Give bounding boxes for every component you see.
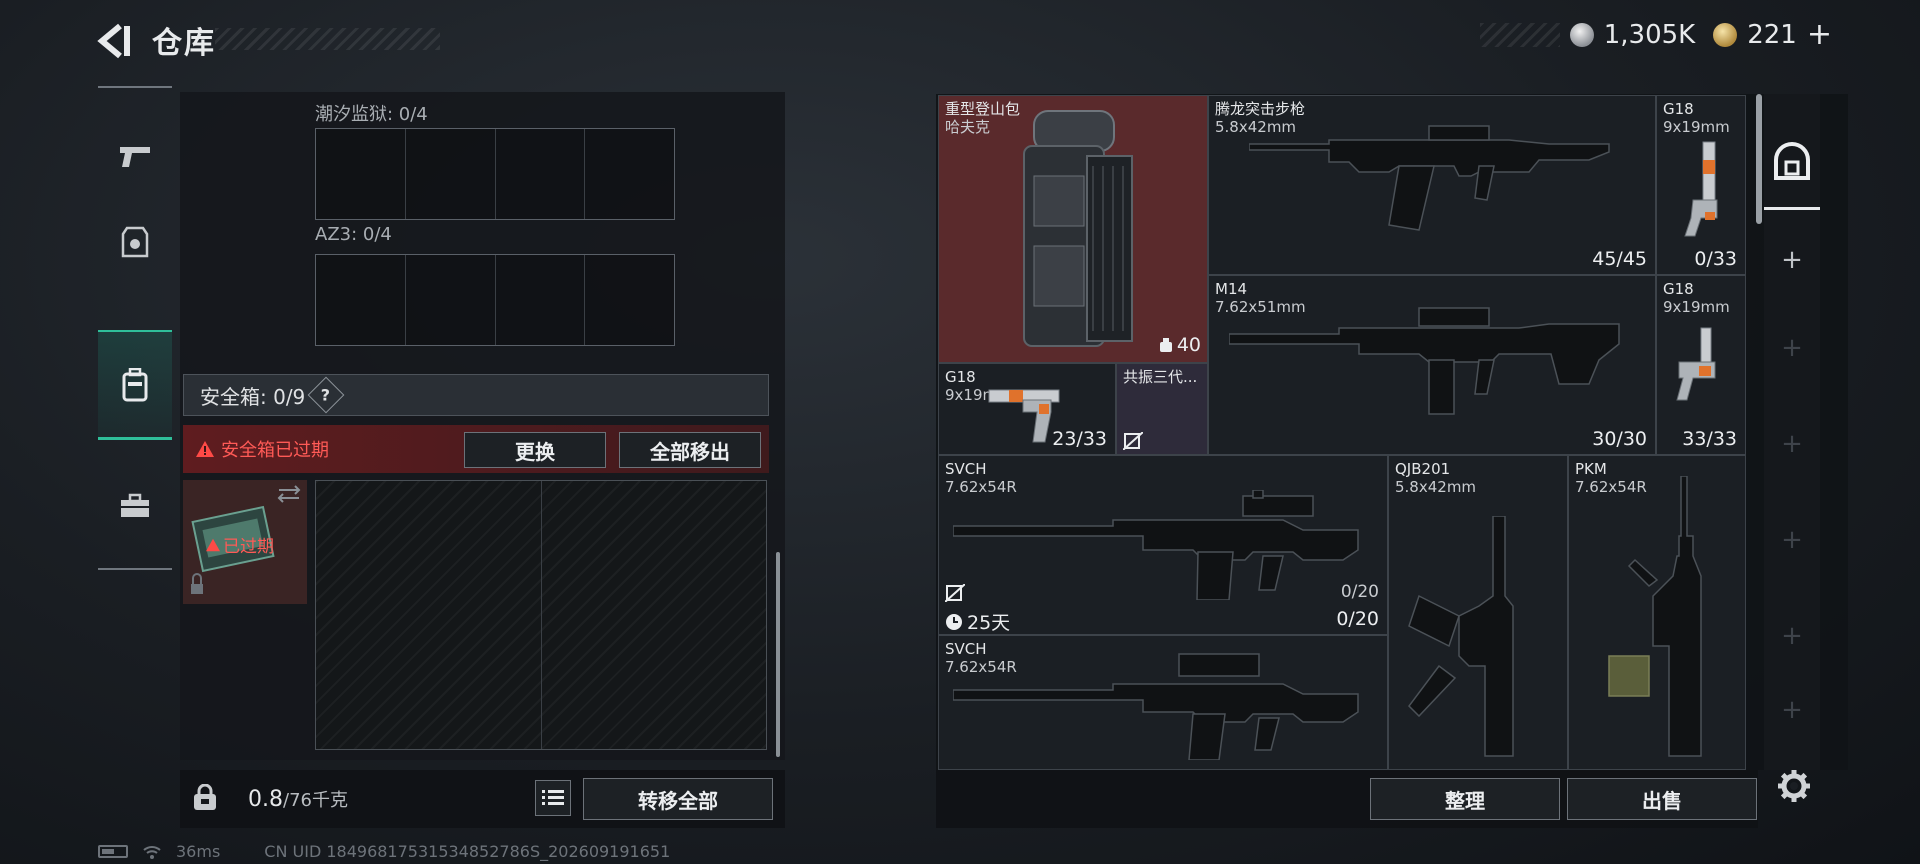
rental-timer: 25天 — [945, 608, 1010, 634]
wifi-icon — [143, 845, 161, 859]
empty-tab-slot[interactable]: + — [1764, 674, 1820, 746]
warning-small-icon — [206, 538, 220, 551]
weight-lock-icon — [192, 783, 218, 816]
vault-icon — [1774, 141, 1810, 180]
header-decoration — [215, 28, 440, 50]
inventory-item-pkm[interactable]: PKM 7.62x54R — [1568, 455, 1746, 770]
inventory-scrollbar[interactable] — [1756, 94, 1762, 224]
safebox-grid[interactable] — [315, 480, 767, 750]
qjb201-image — [1408, 516, 1514, 757]
tidal-prison-label: 潮汐监狱: 0/4 — [315, 104, 428, 125]
page-title: 仓库 — [152, 26, 216, 61]
inventory-item-backpack[interactable]: 重型登山包 哈夫克 40 — [938, 95, 1208, 363]
inventory-item-svch[interactable]: SVCH 7.62x54R 25天 0/20 0/20 — [938, 455, 1388, 635]
pistol-image — [1676, 327, 1716, 401]
inventory-item-m14[interactable]: M14 7.62x51mm 30/30 — [1208, 275, 1656, 455]
inventory-item-rifle[interactable]: 腾龙突击步枪 5.8x42mm 45/45 — [1208, 95, 1656, 275]
empty-tab-slot[interactable]: + — [1764, 504, 1820, 576]
transfer-all-button[interactable]: 转移全部 — [583, 778, 773, 820]
warning-icon — [196, 441, 214, 457]
inventory-item-resonance-gear[interactable]: 共振三代... — [1116, 363, 1208, 455]
expired-warning-text: 安全箱已过期 — [221, 440, 329, 461]
gold-coin-icon — [1713, 23, 1738, 47]
list-icon — [542, 790, 564, 805]
svch-image — [953, 490, 1359, 600]
replace-button[interactable]: 更换 — [464, 432, 606, 468]
currency-silver-value: 1,305K — [1603, 20, 1696, 50]
az3-label: AZ3: 0/4 — [315, 224, 392, 245]
settings-button[interactable] — [1770, 762, 1818, 810]
no-repair-icon — [945, 584, 965, 602]
pistol-image — [1684, 141, 1718, 237]
uid-text: CN UID 18496817531534852786S_20260919165… — [264, 842, 671, 861]
add-currency-button[interactable]: + — [1807, 20, 1832, 50]
add-tab-button[interactable]: + — [1764, 224, 1820, 296]
currency-decoration — [1479, 23, 1560, 47]
nav-item-backpack[interactable] — [98, 330, 172, 440]
inventory-item-g18[interactable]: G18 9x19mm 23/33 — [938, 363, 1116, 455]
ammo-count-secondary: 0/20 — [1340, 582, 1379, 602]
remove-all-button[interactable]: 全部移出 — [619, 432, 761, 468]
inventory-item-qjb201[interactable]: QJB201 5.8x42mm — [1388, 455, 1568, 770]
safebox-item[interactable]: 已过期 — [183, 480, 307, 604]
backpack-capacity: 40 — [1159, 334, 1201, 356]
battery-icon — [98, 845, 128, 858]
empty-tab-slot[interactable]: + — [1764, 408, 1820, 480]
back-arrow-icon — [97, 23, 130, 59]
sell-button[interactable]: 出售 — [1567, 778, 1757, 820]
pkm-image — [1608, 476, 1702, 757]
back-button[interactable] — [96, 22, 136, 60]
svch-image — [953, 653, 1359, 760]
safebox-label: 安全箱: 0/9 — [200, 384, 306, 409]
weight-readout: 0.8/76千克 — [248, 787, 348, 812]
list-view-button[interactable] — [535, 780, 571, 816]
inventory-item-svch[interactable]: SVCH 7.62x54R — [938, 635, 1388, 770]
expired-tag: 已过期 — [205, 532, 274, 557]
rifle-image — [1249, 125, 1610, 231]
side-nav — [98, 86, 172, 570]
stash-tabs: + + + + + + — [1764, 94, 1820, 770]
currency-area: 1,305K 221 + — [1479, 20, 1832, 50]
backpack-icon — [122, 367, 148, 401]
capacity-icon — [1159, 338, 1172, 352]
silver-coin-icon — [1569, 23, 1594, 47]
nav-item-weapons[interactable] — [98, 118, 172, 194]
az3-slots[interactable] — [315, 254, 675, 346]
currency-gold-value: 221 — [1747, 20, 1797, 50]
tidal-prison-slots[interactable] — [315, 128, 675, 220]
nav-item-equipment[interactable] — [98, 204, 172, 280]
inventory-item-g18[interactable]: G18 9x19mm 0/33 — [1656, 95, 1746, 275]
empty-tab-slot[interactable]: + — [1764, 600, 1820, 672]
armor-icon — [121, 226, 149, 258]
ping-readout: 36ms — [176, 842, 221, 861]
status-footer: 36ms CN UID 18496817531534852786S_202609… — [98, 842, 670, 861]
pistol-icon — [120, 147, 150, 167]
no-repair-icon — [1123, 432, 1143, 450]
briefcase-icon — [121, 493, 149, 517]
gear-icon — [1778, 770, 1810, 802]
nav-item-case[interactable] — [98, 468, 172, 544]
empty-tab-slot[interactable]: + — [1764, 312, 1820, 384]
safebox-header: 安全箱: 0/9 ? — [183, 374, 769, 416]
backpack-item-image — [1023, 110, 1133, 347]
m14-image — [1229, 307, 1620, 415]
inventory-item-g18[interactable]: G18 9x19mm 33/33 — [1656, 275, 1746, 455]
left-scrollbar[interactable] — [776, 552, 780, 757]
clock-icon — [946, 613, 962, 630]
sort-button[interactable]: 整理 — [1370, 778, 1560, 820]
tab-main-stash[interactable] — [1764, 114, 1820, 210]
safebox-help-button[interactable]: ? — [307, 376, 345, 414]
